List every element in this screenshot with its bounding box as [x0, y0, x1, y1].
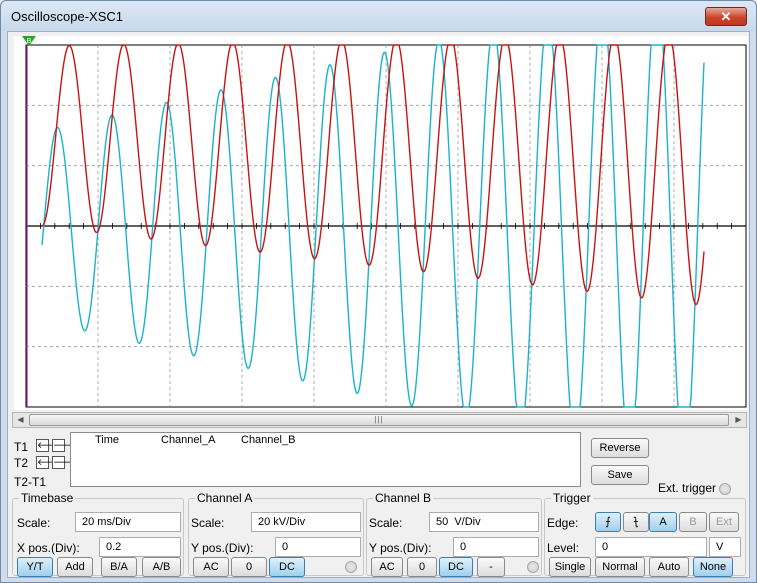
readout-header-channel-b: Channel_B [241, 434, 296, 446]
scroll-right-icon[interactable]: ▶ [731, 413, 746, 427]
timebase-scale-label: Scale: [17, 516, 51, 530]
trigger-title: Trigger [551, 491, 593, 505]
cursor-labels: T1 🡐 🡒 T2 🡐 🡒 T2-T1 [14, 436, 77, 491]
channel-a-group: Channel A Scale: 20 kV/Div Y pos.(Div): … [188, 491, 364, 577]
trigger-edge-label: Edge: [547, 516, 579, 530]
channel-a-dc-button[interactable]: DC [269, 557, 305, 577]
channel-b-zero-button[interactable]: 0 [407, 557, 437, 577]
t2-t1-label: T2-T1 [14, 475, 47, 489]
trigger-none-button[interactable]: None [693, 557, 733, 577]
channel-b-ypos-field[interactable]: 0 [453, 537, 539, 557]
oscilloscope-window: Oscilloscope-XSC1 ✕ B ◀ ||| ▶ T1 🡐 🡒 T2 … [0, 0, 757, 583]
timebase-xpos-label: X pos.(Div): [17, 541, 80, 555]
close-icon: ✕ [720, 9, 732, 24]
channel-b-ac-button[interactable]: AC [371, 557, 403, 577]
falling-edge-button[interactable]: ⨍ [623, 512, 649, 532]
t1-right-arrow-icon[interactable]: 🡒 [52, 439, 77, 452]
falling-edge-icon: ⨍ [633, 516, 639, 528]
trigger-normal-button[interactable]: Normal [595, 557, 645, 577]
scope-screen: B [22, 36, 747, 408]
trigger-single-button[interactable]: Single [549, 557, 591, 577]
close-button[interactable]: ✕ [705, 7, 747, 26]
mode-add-button[interactable]: Add [57, 557, 93, 577]
trigger-level-label: Level: [547, 541, 580, 555]
channel-a-zero-button[interactable]: 0 [231, 557, 267, 577]
timebase-scale-field[interactable]: 20 ms/Div [75, 512, 181, 532]
scrollbar-thumb[interactable]: ||| [29, 414, 729, 426]
scope-display: B [14, 36, 748, 410]
mode-ba-button[interactable]: B/A [101, 557, 137, 577]
readout-header-channel-a: Channel_A [161, 434, 216, 446]
timebase-title: Timebase [19, 491, 76, 505]
title-bar[interactable]: Oscilloscope-XSC1 ✕ [1, 1, 756, 31]
scroll-left-icon[interactable]: ◀ [13, 413, 28, 427]
t1-label: T1 [14, 440, 29, 454]
trigger-source-b-button[interactable]: B [679, 512, 707, 532]
channel-a-scale-label: Scale: [191, 516, 225, 530]
rising-edge-icon: ⨍ [605, 516, 611, 528]
channel-b-scale-label: Scale: [369, 516, 403, 530]
readout-header-time: Time [95, 434, 120, 446]
rising-edge-button[interactable]: ⨍ [595, 512, 621, 532]
channel-b-ypos-label: Y pos.(Div): [369, 541, 432, 555]
horizontal-scrollbar[interactable]: ◀ ||| ▶ [12, 412, 747, 428]
save-button[interactable]: Save [591, 465, 649, 485]
ext-trigger-terminal[interactable] [719, 483, 731, 495]
channel-a-title: Channel A [195, 491, 255, 505]
trigger-auto-button[interactable]: Auto [649, 557, 689, 577]
trigger-source-a-button[interactable]: A [649, 512, 677, 532]
channel-b-invert-button[interactable]: - [477, 557, 505, 577]
timebase-xpos-field[interactable]: 0.2 [99, 537, 181, 557]
trigger-level-field[interactable]: 0 [595, 537, 707, 557]
trigger-marker-label: B [27, 38, 32, 45]
window-title: Oscilloscope-XSC1 [11, 9, 123, 24]
mode-yt-button[interactable]: Y/T [17, 557, 53, 577]
trigger-group: Trigger Edge: ⨍ ⨍ A B Ext Level: 0 V Sin… [544, 491, 746, 577]
trigger-level-unit[interactable]: V [709, 537, 741, 557]
mode-ab-button[interactable]: A/B [142, 557, 181, 577]
timebase-group: Timebase Scale: 20 ms/Div X pos.(Div): 0… [12, 491, 184, 577]
channel-a-scale-field[interactable]: 20 kV/Div [251, 512, 361, 532]
channel-b-dc-button[interactable]: DC [439, 557, 473, 577]
client-area: B ◀ ||| ▶ T1 🡐 🡒 T2 🡐 🡒 T2-T1 Time Chann… [7, 31, 750, 578]
channel-b-group: Channel B Scale: 50 V/Div Y pos.(Div): 0… [366, 491, 542, 577]
reverse-button[interactable]: Reverse [591, 438, 649, 458]
t2-right-arrow-icon[interactable]: 🡒 [52, 456, 77, 469]
channel-a-ypos-label: Y pos.(Div): [191, 541, 254, 555]
channel-a-terminal[interactable] [345, 561, 357, 573]
channel-a-ac-button[interactable]: AC [193, 557, 229, 577]
ext-trigger-label: Ext. trigger [658, 481, 717, 495]
channel-b-title: Channel B [373, 491, 434, 505]
t2-left-arrow-icon[interactable]: 🡐 [36, 456, 61, 469]
channel-b-scale-field[interactable]: 50 V/Div [429, 512, 539, 532]
t2-label: T2 [14, 456, 29, 470]
t1-left-arrow-icon[interactable]: 🡐 [36, 439, 61, 452]
trigger-source-ext-button[interactable]: Ext [709, 512, 739, 532]
measurement-readout: Time Channel_A Channel_B [70, 432, 581, 487]
channel-a-ypos-field[interactable]: 0 [275, 537, 361, 557]
channel-b-terminal[interactable] [527, 561, 539, 573]
